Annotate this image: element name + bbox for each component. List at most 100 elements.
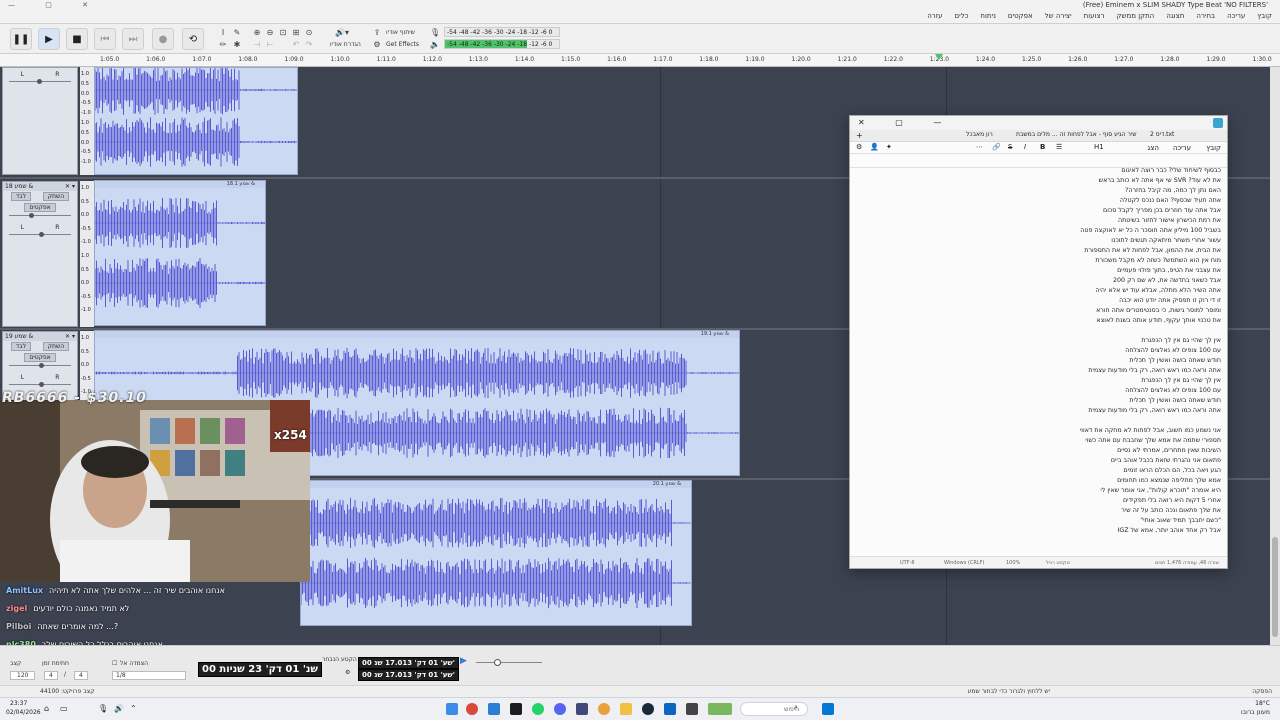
- selection-start-time[interactable]: 00 שע' 01 דק' 17.013 שנ': [358, 657, 459, 669]
- share-audio-icon[interactable]: ⇪: [372, 28, 382, 38]
- list-icon[interactable]: ☰: [1056, 143, 1062, 151]
- taskbar-app-icon[interactable]: [664, 703, 676, 715]
- strikethrough-icon[interactable]: S: [1008, 143, 1012, 151]
- play-button[interactable]: ▶: [38, 28, 60, 50]
- clip-label[interactable]: שמע 20.1 &: [301, 481, 691, 488]
- taskbar-app-icon[interactable]: [466, 703, 478, 715]
- tray-chevron-icon[interactable]: ⌃: [130, 704, 137, 713]
- italic-icon[interactable]: I: [1024, 143, 1026, 151]
- audio-clip[interactable]: [94, 67, 298, 175]
- windows-start-icon[interactable]: [822, 703, 834, 715]
- zoom-toggle-icon[interactable]: ⊙: [304, 28, 314, 38]
- tab-song[interactable]: שיר הגיע סוף - אבל לפחות זה ... מלים במש…: [1016, 131, 1136, 138]
- record-meter[interactable]: -54 -48 -42 -36 -30 -24 -18 -12 -6 0: [444, 27, 560, 37]
- play-at-speed-icon[interactable]: ▶: [460, 656, 467, 666]
- new-tab-icon[interactable]: +: [856, 131, 863, 140]
- fit-project-icon[interactable]: ⊞: [291, 28, 301, 38]
- menu-item[interactable]: ניתוח: [980, 12, 995, 20]
- taskbar-app-icon[interactable]: [708, 703, 732, 715]
- playback-meter-icon[interactable]: 🔈: [430, 40, 440, 50]
- time-sig-numerator[interactable]: 4: [44, 671, 58, 680]
- effects-button[interactable]: אפקטים: [24, 203, 56, 212]
- snap-select[interactable]: 1/8: [112, 671, 186, 680]
- notepad-window[interactable]: ✕ ▢ — + רון מאבכל שיר הגיע סוף - אבל לפח…: [849, 115, 1228, 569]
- play-speed-slider[interactable]: [476, 662, 542, 663]
- notification-icon[interactable]: ⌂: [44, 704, 49, 713]
- gain-slider[interactable]: [9, 363, 71, 371]
- selection-tool-icon[interactable]: I: [218, 28, 228, 38]
- clip-label[interactable]: שמע 19.1 &: [95, 331, 739, 338]
- redo-icon[interactable]: ↷: [304, 40, 314, 50]
- pause-button[interactable]: ❚❚: [10, 28, 32, 50]
- track-control-panel[interactable]: שמע 18 & ✕ ▾ לבד השתק אפקטים L R: [2, 181, 78, 327]
- silence-icon[interactable]: ⊢: [265, 40, 275, 50]
- share-audio-label[interactable]: שיתוף אודיו: [386, 29, 415, 36]
- menu-item[interactable]: רצועות: [1084, 12, 1105, 20]
- menu-view[interactable]: הצג: [1147, 144, 1159, 152]
- record-meter-icon[interactable]: 🎙: [430, 28, 440, 38]
- more-options-icon[interactable]: ⋯: [976, 143, 983, 151]
- get-effects-icon[interactable]: ⚙: [372, 40, 382, 50]
- menu-item[interactable]: יצירה של: [1045, 12, 1072, 20]
- play-speed-knob[interactable]: [494, 659, 501, 666]
- selection-end-time[interactable]: 00 שע' 01 דק' 17.013 שנ': [358, 669, 459, 681]
- taskbar-app-icon[interactable]: [488, 703, 500, 715]
- track-control-panel[interactable]: LR: [2, 67, 78, 175]
- mute-button[interactable]: השתק: [42, 342, 70, 351]
- skip-end-button[interactable]: ⏭: [122, 28, 144, 50]
- undo-icon[interactable]: ↶: [291, 40, 301, 50]
- menu-file[interactable]: קובץ: [1206, 144, 1221, 152]
- project-rate[interactable]: קצב פרויקט: 44100: [40, 688, 94, 695]
- taskbar-app-icon[interactable]: [554, 703, 566, 715]
- menu-item[interactable]: עזרה: [927, 12, 942, 20]
- heading-dropdown[interactable]: H1: [1094, 143, 1104, 151]
- vertical-scrollbar[interactable]: [1270, 67, 1280, 645]
- playback-meter[interactable]: -54 -48 -42 -36 -30 -24 -18 -12 -6 0: [444, 39, 560, 49]
- settings-gear-icon[interactable]: ⚙: [856, 143, 862, 151]
- file-explorer-icon[interactable]: [620, 703, 632, 715]
- weather-temp[interactable]: 18°C: [1255, 700, 1270, 707]
- copilot-icon[interactable]: ✦: [886, 143, 892, 151]
- pan-slider[interactable]: [9, 79, 71, 87]
- audio-clip[interactable]: שמע 20.1 &: [300, 480, 692, 626]
- timeline-ruler[interactable]: 1:05.0 1:06.0 1:07.0 1:08.0 1:09.0 1:10.0 1:11…: [0, 54, 1280, 67]
- big-time-display[interactable]: 00 שנ' 01 דק' 23 שניות: [198, 662, 323, 677]
- skip-start-button[interactable]: ⏮: [94, 28, 116, 50]
- menu-item[interactable]: תצוגה: [1166, 12, 1184, 20]
- snap-checkbox[interactable]: ☐: [112, 660, 117, 667]
- track-menu-icon[interactable]: ✕ ▾: [65, 333, 75, 340]
- track-name[interactable]: שמע 19 &: [5, 333, 33, 340]
- record-button[interactable]: ●: [152, 28, 174, 50]
- tab-rounds[interactable]: רון מאבכל: [966, 131, 993, 138]
- pan-slider[interactable]: [9, 232, 71, 240]
- notepad-window-controls[interactable]: ✕ ▢ —: [858, 118, 955, 127]
- microphone-icon[interactable]: 🎙: [98, 704, 108, 713]
- audio-clip[interactable]: שמע 18.1 &: [94, 180, 266, 326]
- envelope-tool-icon[interactable]: ✎: [232, 28, 242, 38]
- get-effects-label[interactable]: Get Effects: [386, 41, 419, 48]
- multi-tool-icon[interactable]: ✱: [232, 40, 242, 50]
- zoom-in-icon[interactable]: ⊕: [252, 28, 262, 38]
- volume-icon[interactable]: 🔊: [114, 704, 124, 713]
- zoom-out-icon[interactable]: ⊖: [265, 28, 275, 38]
- menu-item[interactable]: אפקטים: [1008, 12, 1033, 20]
- selection-settings-icon[interactable]: ⚙: [345, 669, 350, 676]
- chrome-icon[interactable]: [598, 703, 610, 715]
- account-icon[interactable]: 👤: [870, 143, 879, 151]
- bold-icon[interactable]: B: [1040, 143, 1045, 151]
- stop-button[interactable]: ■: [66, 28, 88, 50]
- time-sig-denominator[interactable]: 4: [74, 671, 88, 680]
- draw-tool-icon[interactable]: ✏: [218, 40, 228, 50]
- notepad-text-area[interactable]: כבסוף לשיחוד שלי? כבר רוצה לאיגום את לא ע…: [856, 166, 1221, 554]
- audio-setup-icon[interactable]: 🔊▾: [334, 28, 350, 38]
- track-menu-icon[interactable]: ✕ ▾: [65, 183, 75, 190]
- taskbar-date[interactable]: 02/04/2026: [6, 709, 41, 716]
- mute-button[interactable]: השתק: [42, 192, 70, 201]
- tab-diss[interactable]: דיס 2.txt: [1150, 131, 1174, 138]
- menu-item[interactable]: התקן ממשק: [1117, 12, 1155, 20]
- menu-item[interactable]: כלים: [955, 12, 969, 20]
- clip-label[interactable]: שמע 18.1 &: [95, 181, 265, 188]
- trim-icon[interactable]: ⊣: [252, 40, 262, 50]
- link-icon[interactable]: 🔗: [992, 143, 1001, 151]
- notepad-titlebar[interactable]: ✕ ▢ —: [850, 116, 1227, 130]
